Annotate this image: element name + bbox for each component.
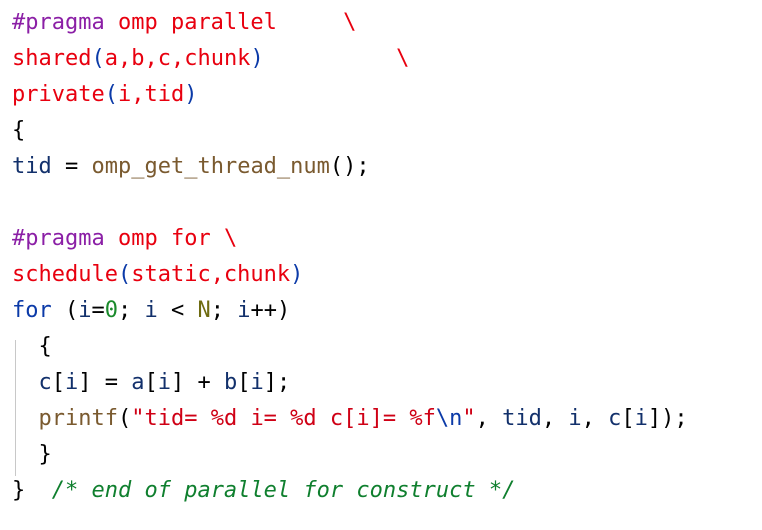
identifier: tid — [502, 406, 542, 431]
line-continuation: \ — [396, 46, 410, 71]
identifier: i — [634, 406, 648, 431]
identifier: i — [65, 370, 79, 395]
pragma-clause: shared — [12, 46, 92, 71]
bracket: [ — [51, 370, 65, 395]
identifier: i — [78, 298, 92, 323]
macro-constant: N — [197, 298, 211, 323]
bracket: ] — [171, 370, 185, 395]
punctuation: , — [581, 406, 609, 431]
operator: = — [91, 370, 132, 395]
paren: ) — [184, 82, 198, 107]
keyword: for — [12, 298, 52, 323]
function-name: printf — [38, 406, 118, 431]
paren: ( — [104, 82, 118, 107]
code-line-1: #pragma omp parallel \ — [12, 5, 356, 41]
operator: = — [51, 154, 92, 179]
punctuation: ; — [210, 298, 238, 323]
pragma-clause: omp parallel — [117, 10, 277, 35]
open-brace: { — [12, 118, 26, 143]
punctuation: , — [475, 406, 503, 431]
function-name: omp_get_thread_num — [91, 154, 330, 179]
bracket: [ — [237, 370, 251, 395]
code-line-10: { — [12, 329, 52, 365]
clause-args: a,b,c,chunk — [104, 46, 251, 71]
paren: ( — [91, 46, 105, 71]
punctuation: (); — [329, 154, 370, 179]
code-line-13: } — [12, 437, 52, 473]
line-continuation: \ — [343, 10, 357, 35]
code-line-5: tid = omp_get_thread_num(); — [12, 149, 370, 185]
string-literal: " — [462, 406, 476, 431]
code-line-3: private(i,tid) — [12, 77, 197, 113]
code-line-7: #pragma omp for \ — [12, 221, 237, 257]
operator: + — [184, 370, 224, 395]
paren: ) — [290, 262, 304, 287]
identifier: a — [131, 370, 145, 395]
bracket: [ — [144, 370, 158, 395]
punctuation: ; — [118, 298, 145, 323]
open-brace: { — [12, 334, 52, 359]
identifier: b — [224, 370, 238, 395]
line-continuation: \ — [223, 226, 238, 251]
paren: ) — [250, 46, 264, 71]
punctuation: ( — [51, 298, 79, 323]
bracket: [ — [621, 406, 635, 431]
close-brace: } — [12, 442, 52, 467]
code-line-2: shared(a,b,c,chunk) \ — [12, 41, 409, 77]
number-literal: 0 — [104, 298, 118, 323]
identifier: i — [568, 406, 582, 431]
code-line-4: { — [12, 113, 25, 149]
close-brace: } — [12, 478, 26, 503]
bracket: ] — [78, 370, 92, 395]
punctuation: ++) — [250, 298, 291, 323]
identifier: c — [608, 406, 622, 431]
pragma-clause: private — [12, 82, 105, 107]
identifier: i — [157, 370, 171, 395]
paren: ( — [117, 262, 132, 287]
identifier: i — [144, 298, 158, 323]
punctuation: ]); — [647, 406, 688, 431]
punctuation: , — [541, 406, 569, 431]
comment: /* end of parallel for construct */ — [51, 478, 516, 503]
punctuation: ]; — [263, 370, 291, 395]
code-line-14: } /* end of parallel for construct */ — [12, 473, 515, 509]
escape-sequence: \n — [435, 406, 463, 431]
pragma-clause: omp for — [117, 226, 211, 251]
string-literal: "tid= %d i= %d c[i]= %f — [131, 406, 436, 431]
paren: ( — [117, 406, 132, 431]
code-line-12: printf("tid= %d i= %d c[i]= %f\n", tid, … — [12, 401, 688, 437]
code-line-8: schedule(static,chunk) — [12, 257, 303, 293]
code-editor[interactable]: #pragma omp parallel \ shared(a,b,c,chun… — [0, 0, 762, 530]
operator: < — [157, 298, 198, 323]
operator: = — [91, 298, 105, 323]
pragma-directive: #pragma — [12, 226, 105, 251]
pragma-directive: #pragma — [12, 10, 105, 35]
identifier: c — [38, 370, 52, 395]
identifier: i — [237, 298, 251, 323]
identifier: i — [250, 370, 264, 395]
code-line-11: c[i] = a[i] + b[i]; — [12, 365, 291, 401]
code-line-9: for (i=0; i < N; i++) — [12, 293, 290, 329]
clause-args: i,tid — [117, 82, 185, 107]
clause-args: static,chunk — [131, 262, 291, 287]
identifier: tid — [12, 154, 52, 179]
pragma-clause: schedule — [12, 262, 118, 287]
